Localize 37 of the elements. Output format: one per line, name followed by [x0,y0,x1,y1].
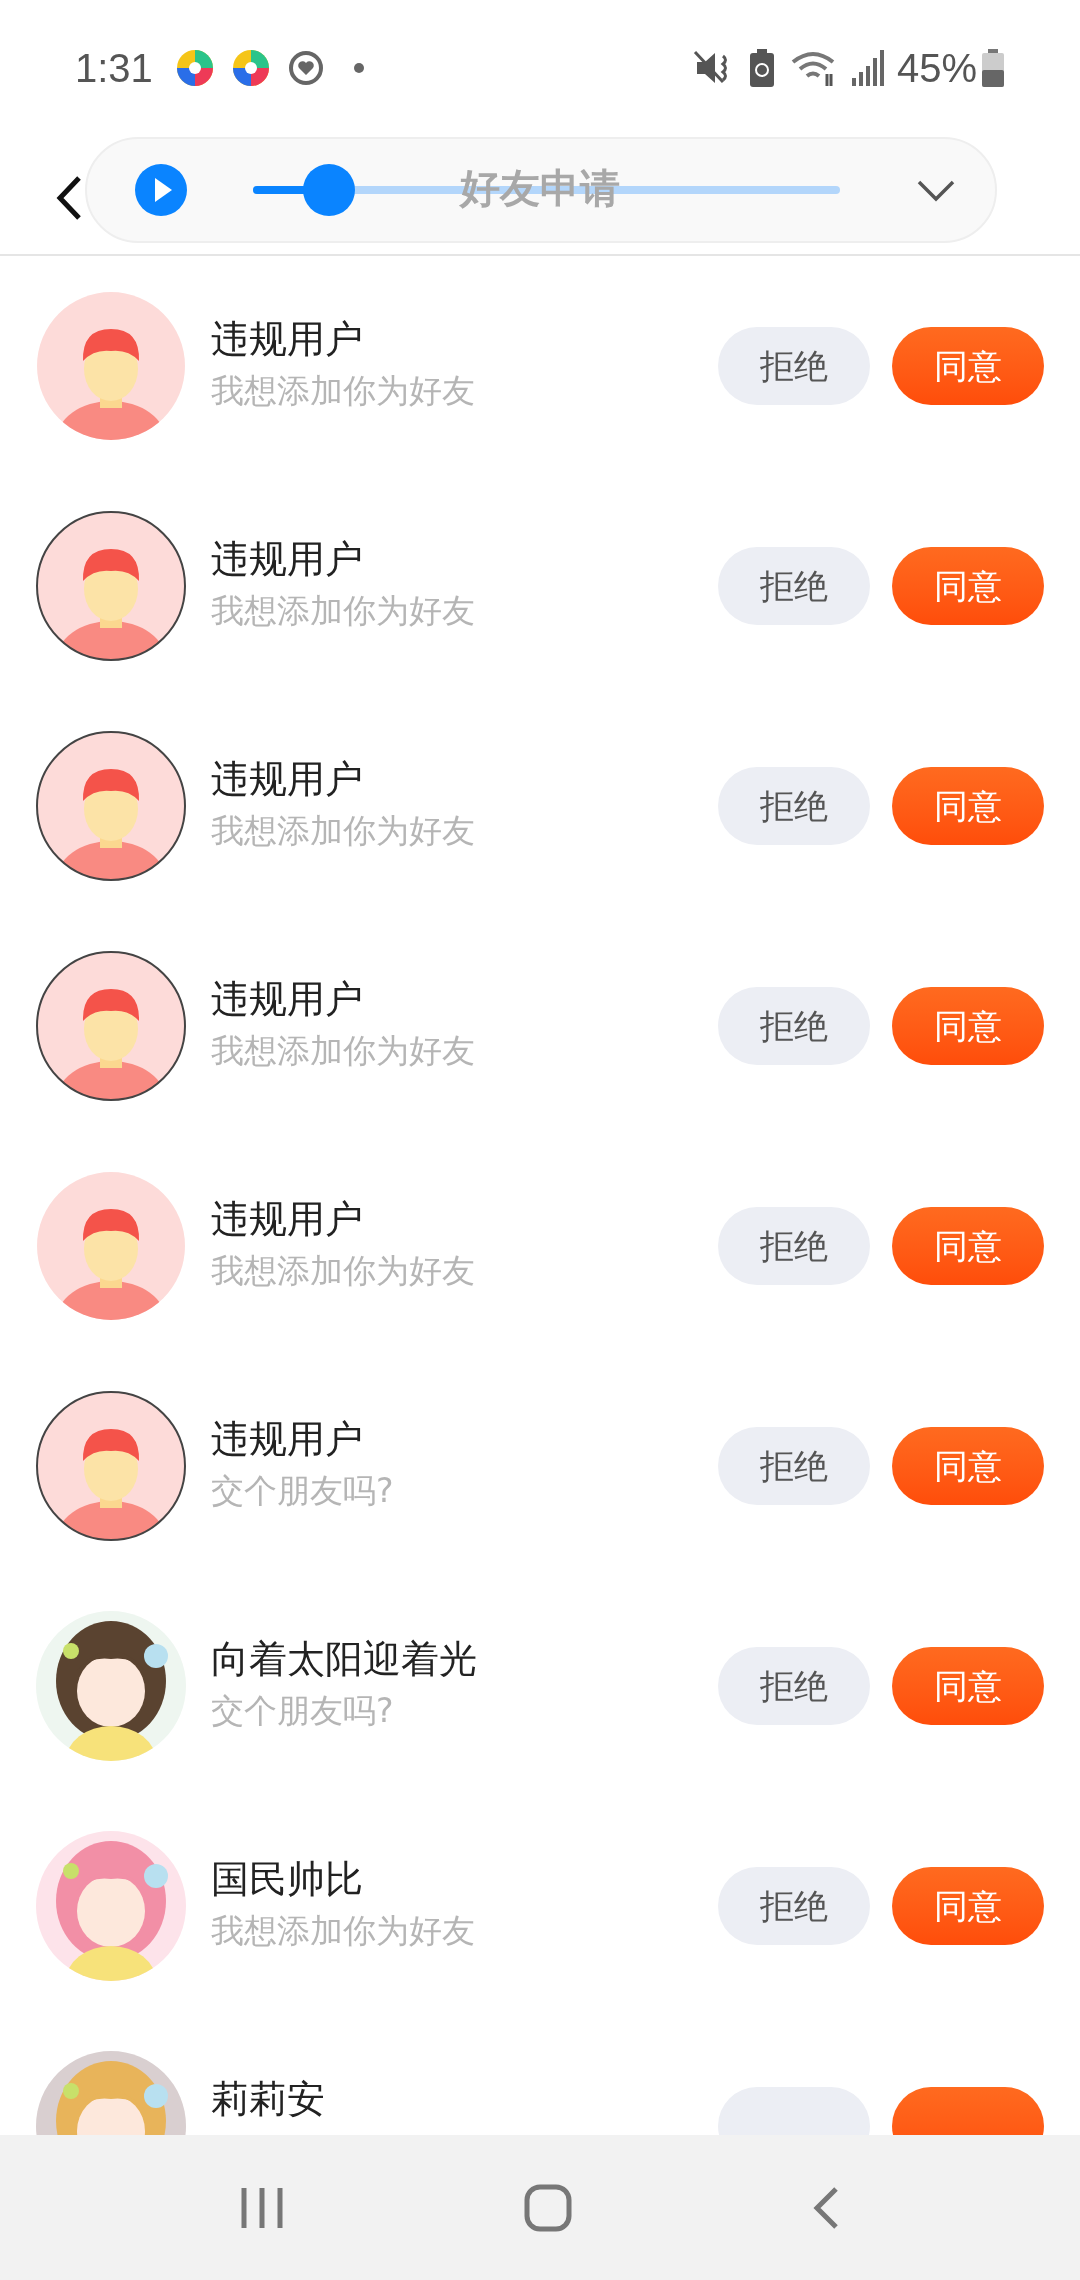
app-icon [230,47,271,88]
reject-button[interactable]: 拒绝 [718,987,870,1065]
user-name: 向着太阳迎着光 [211,1636,478,1683]
back-icon[interactable] [55,175,83,221]
reject-button[interactable]: 拒绝 [718,1427,870,1505]
request-message: 我想添加你为好友 [211,589,476,631]
user-name: 违规用户 [211,316,364,363]
play-button[interactable] [135,164,187,216]
request-message: 我想添加你为好友 [211,1909,476,1951]
user-name: 违规用户 [211,536,364,583]
reject-button[interactable]: 拒绝 [718,767,870,845]
home-icon[interactable] [524,2183,572,2232]
reject-button[interactable]: 拒绝 [718,1207,870,1285]
request-message: 交个朋友吗? [211,1689,395,1731]
battery-icon [981,47,1005,88]
user-name: 国民帅比 [211,1856,364,1903]
request-message: 我想添加你为好友 [211,1029,476,1071]
reject-button[interactable]: 拒绝 [718,327,870,405]
request-message: 交个朋友吗? [211,1469,395,1511]
app-icon [174,47,215,88]
user-name: 违规用户 [211,1196,364,1243]
reject-button[interactable]: 拒绝 [718,547,870,625]
user-name: 违规用户 [211,976,364,1023]
signal-icon [850,47,885,88]
user-name: 违规用户 [211,756,364,803]
request-message: 我想添加你为好友 [211,369,476,411]
request-message: 我想添加你为好友 [211,1249,476,1291]
request-message: 我想添加你为好友 [211,809,476,851]
user-name: 莉莉安 [211,2076,326,2123]
chevron-down-icon[interactable] [916,179,956,203]
status-time: 1:31 [75,44,153,92]
recent-apps-icon[interactable] [240,2185,284,2230]
user-name: 违规用户 [211,1416,364,1463]
battery-percent: 45% [896,44,977,92]
reject-button[interactable]: 拒绝 [718,1867,870,1945]
reject-button[interactable]: 拒绝 [718,1647,870,1725]
dot-icon [352,61,365,74]
